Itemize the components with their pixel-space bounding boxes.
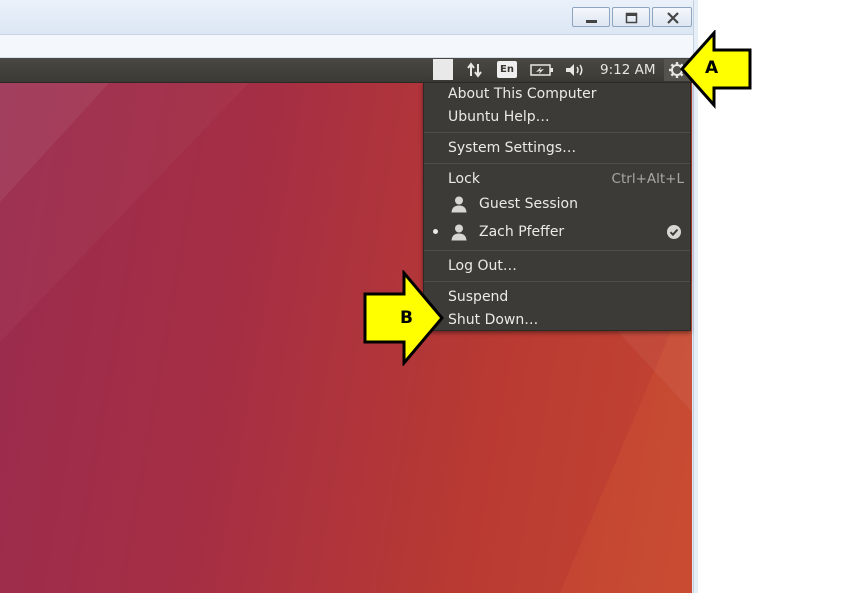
- menu-separator: [424, 163, 690, 164]
- menu-item-system-settings[interactable]: System Settings…: [448, 138, 576, 158]
- panel-blank-indicator[interactable]: [433, 59, 453, 80]
- user-icon: [451, 196, 467, 213]
- battery-icon[interactable]: [530, 63, 554, 77]
- menu-separator: [424, 281, 690, 282]
- menu-item-suspend[interactable]: Suspend: [448, 287, 508, 307]
- active-user-dot: [433, 229, 438, 234]
- network-arrows-icon[interactable]: [465, 60, 485, 80]
- user-icon: [451, 224, 467, 241]
- menu-item-guest-session[interactable]: Guest Session: [479, 194, 578, 214]
- minimize-button[interactable]: [572, 7, 610, 27]
- close-icon: [667, 12, 679, 24]
- menu-separator: [424, 250, 690, 251]
- checkmark-icon: [667, 225, 681, 239]
- menu-item-shut-down[interactable]: Shut Down…: [448, 310, 538, 330]
- maximize-button[interactable]: [612, 7, 650, 27]
- maximize-icon: [625, 12, 638, 24]
- host-toolbar-strip: [0, 35, 697, 58]
- callout-label-b: B: [400, 308, 413, 328]
- callout-label-a: A: [705, 58, 719, 78]
- volume-icon[interactable]: [564, 61, 586, 79]
- lock-shortcut: Ctrl+Alt+L: [611, 171, 684, 187]
- session-menu: About This Computer Ubuntu Help… System …: [423, 82, 691, 331]
- keyboard-layout-indicator[interactable]: En: [497, 61, 517, 78]
- menu-item-lock[interactable]: Lock: [448, 169, 480, 189]
- minimize-icon: [586, 20, 597, 23]
- menu-item-help[interactable]: Ubuntu Help…: [448, 107, 550, 127]
- menu-separator: [424, 132, 690, 133]
- close-button[interactable]: [652, 7, 692, 27]
- top-panel: En 9:12 AM: [0, 58, 692, 83]
- menu-item-log-out[interactable]: Log Out…: [448, 256, 517, 276]
- menu-item-about[interactable]: About This Computer: [448, 84, 597, 104]
- menu-item-current-user[interactable]: Zach Pfeffer: [479, 222, 564, 242]
- panel-clock[interactable]: 9:12 AM: [600, 60, 656, 80]
